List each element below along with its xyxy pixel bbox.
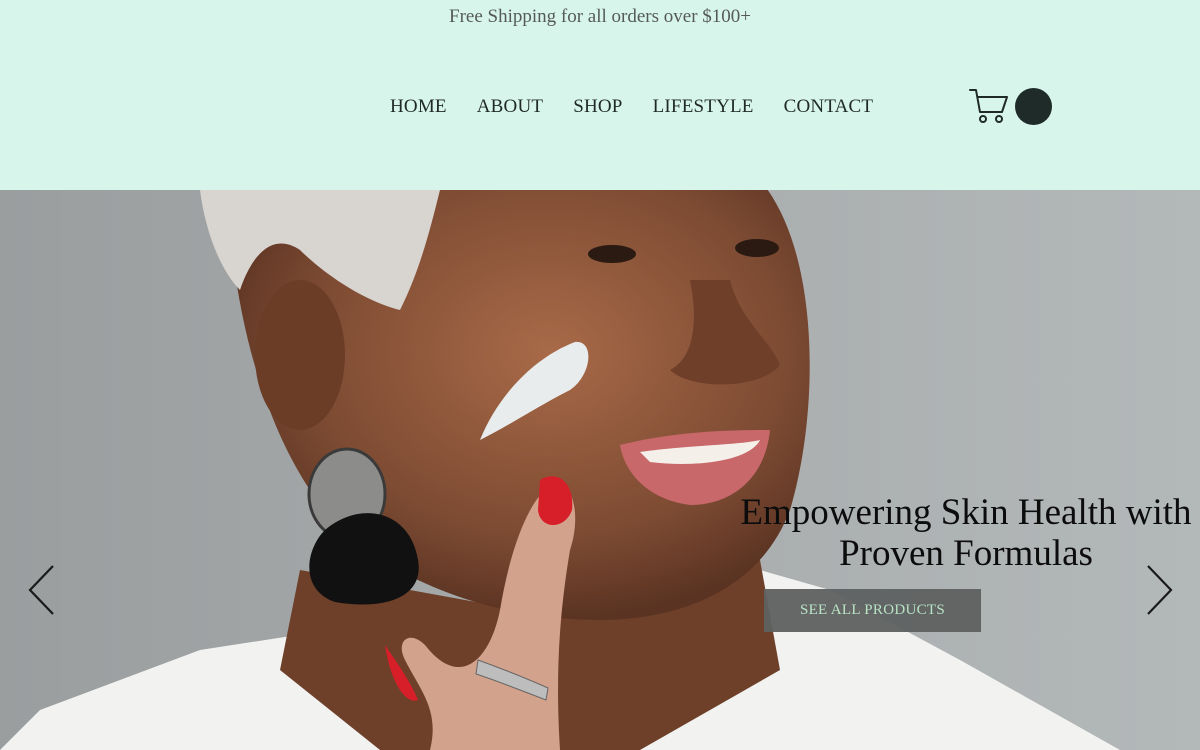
hero-headline-line1: Empowering Skin Health with [740,492,1192,533]
announcement-bar: Free Shipping for all orders over $100+ [449,6,751,27]
chevron-left-icon[interactable] [27,564,57,616]
nav-item-shop[interactable]: SHOP [573,96,622,120]
chevron-right-icon[interactable] [1144,564,1174,616]
nav-item-home[interactable]: HOME [390,96,447,120]
cart-icon[interactable] [968,86,1010,126]
main-nav: HOME ABOUT SHOP LIFESTYLE CONTACT [390,96,873,120]
cart-count-badge[interactable] [1015,88,1052,125]
nav-item-about[interactable]: ABOUT [477,96,543,120]
hero-headline: Empowering Skin Health with Proven Formu… [740,492,1192,574]
hero-slideshow: Empowering Skin Health with Proven Formu… [0,190,1200,750]
hero-headline-line2: Proven Formulas [839,533,1093,574]
nav-item-lifestyle[interactable]: LIFESTYLE [653,96,754,120]
see-all-products-button[interactable]: SEE ALL PRODUCTS [764,589,981,632]
hero-image [0,190,1200,750]
nav-item-contact[interactable]: CONTACT [784,96,874,120]
site-header: Free Shipping for all orders over $100+ … [0,0,1200,190]
